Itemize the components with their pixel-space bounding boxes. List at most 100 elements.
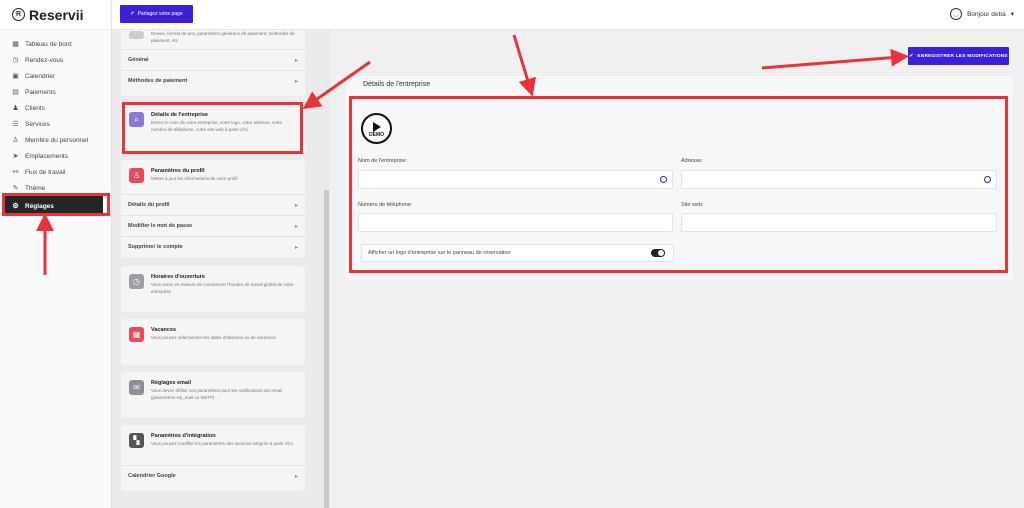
google-calendar-label: Calendrier Google xyxy=(128,473,176,479)
sidebar-item-emplacements[interactable]: ➤ Emplacements xyxy=(0,148,111,164)
clock-icon: ◷ xyxy=(129,274,144,289)
share-button-label: Partagez votre page xyxy=(137,11,183,17)
profile-details-label: Détails du profil xyxy=(128,202,170,208)
app-name: Reservii xyxy=(29,6,84,23)
chevron-down-icon: ▾ xyxy=(1010,11,1014,18)
sidebar-item-label: Tableau de bord xyxy=(25,40,72,48)
logo-toggle-switch[interactable] xyxy=(651,249,665,257)
chevron-right-icon: ▸ xyxy=(294,473,298,480)
staff-icon: ♙ xyxy=(12,136,19,144)
envelope-icon: ✉ xyxy=(129,380,144,395)
chevron-right-icon: ▸ xyxy=(294,244,298,251)
dashboard-icon: ▦ xyxy=(12,40,19,48)
sidebar-item-services[interactable]: ☰ Services xyxy=(0,116,111,132)
delete-account-row[interactable]: Supprimer le compte ▸ xyxy=(121,236,305,257)
company-name-label: Nom de l'entreprise: xyxy=(358,158,408,164)
hours-card-desc: Vous serez en mesure de coordonner l'hor… xyxy=(151,282,294,294)
opening-hours-card[interactable]: ◷ Horaires d'ouverture Vous serez en mes… xyxy=(121,266,305,312)
email-settings-card[interactable]: ✉ Réglages email Vous devez définir ces … xyxy=(121,372,305,418)
profile-settings-card: ♙ Paramètres du profil Mettre à jour les… xyxy=(121,160,305,258)
sidebar-item-rendez-vous[interactable]: ◷ Rendez-vous xyxy=(0,52,111,68)
delete-account-label: Supprimer le compte xyxy=(128,244,183,250)
user-icon: ♙ xyxy=(129,168,144,183)
calendar-icon: ▦ xyxy=(129,327,144,342)
sidebar-item-calendrier[interactable]: ▣ Calendrier xyxy=(0,68,111,84)
logo-mark: R xyxy=(12,8,25,21)
magnifier-icon: ⌕ xyxy=(129,112,144,127)
sidebar-item-label: Calendrier xyxy=(25,72,55,80)
company-card-title: Détails de l'entreprise xyxy=(151,112,208,118)
chevron-right-icon: ▸ xyxy=(294,78,298,85)
calendar-icon: ▣ xyxy=(12,72,19,80)
sidebar-item-tableau-de-bord[interactable]: ▦ Tableau de bord xyxy=(0,36,111,52)
save-changes-button[interactable]: ✔ ENREGISTRER LES MODIFICATIONS xyxy=(908,47,1009,65)
integration-settings-card: ▚ Paramètres d'intégration Vous pouvez m… xyxy=(121,425,305,491)
integration-card-title: Paramètres d'intégration xyxy=(151,433,216,439)
sidebar-item-label: Services xyxy=(25,120,50,128)
holidays-card[interactable]: ▦ Vacances Vous pouvez sélectionner les … xyxy=(121,319,305,365)
profile-details-row[interactable]: Détails du profil ▸ xyxy=(121,194,305,215)
sidebar-item-label: Rendez-vous xyxy=(25,56,64,64)
company-logo-upload[interactable]: DEMO xyxy=(361,113,392,144)
chevron-right-icon: ▸ xyxy=(294,57,298,64)
company-details-card[interactable]: ⌕ Détails de l'entreprise Entrez le nom … xyxy=(121,104,305,152)
sidebar-item-label: Membre du personnel xyxy=(25,136,89,144)
user-menu[interactable]: ◡ Bonjour deba ▾ xyxy=(950,8,1014,20)
sidebar-item-r-glages[interactable]: ⚙ Réglages xyxy=(4,196,103,216)
phone-label: Numéro de téléphone: xyxy=(358,202,413,208)
integration-icon: ▚ xyxy=(129,433,144,448)
holidays-card-title: Vacances xyxy=(151,327,177,333)
company-card-desc: Entrez le nom de votre entreprise, votre… xyxy=(151,120,283,132)
wallet-icon: ▤ xyxy=(12,88,19,96)
address-input[interactable] xyxy=(681,170,997,189)
topbar: ↱ Partagez votre page ◡ Bonjour deba ▾ xyxy=(112,0,1024,30)
demo-logo-label: DEMO xyxy=(369,131,384,138)
payment-settings-card: Devise, format de prix, paramètres génér… xyxy=(121,30,305,96)
sidebar-item-paiements[interactable]: ▤ Paiements xyxy=(0,84,111,100)
chevron-right-icon: ▸ xyxy=(294,202,298,209)
hours-card-title: Horaires d'ouverture xyxy=(151,274,205,280)
sidebar: R Reservii ▦ Tableau de bord ◷ Rendez-vous ▣… xyxy=(0,0,112,508)
payment-methods-row[interactable]: Méthodes de paiement ▸ xyxy=(121,70,305,91)
payment-card-desc: Devise, format de prix, paramètres génér… xyxy=(151,31,295,43)
app-logo[interactable]: R Reservii xyxy=(0,0,111,30)
location-icon: ➤ xyxy=(12,152,19,160)
general-label: Général xyxy=(128,57,149,63)
sidebar-item-clients[interactable]: ♟ Clients xyxy=(0,100,111,116)
company-name-input[interactable] xyxy=(358,170,673,189)
change-password-label: Modifier le mot de passe xyxy=(128,223,193,229)
globe-icon xyxy=(984,176,991,183)
share-page-button[interactable]: ↱ Partagez votre page xyxy=(120,5,193,23)
sidebar-item-label: Emplacements xyxy=(25,152,68,160)
form-title: Détails de l'entreprise xyxy=(363,81,431,88)
email-card-desc: Vous devez définir ces paramètres pour l… xyxy=(151,388,283,400)
chevron-right-icon: ▸ xyxy=(294,223,298,230)
sidebar-item-th-me[interactable]: ✎ Thème xyxy=(0,180,111,196)
general-row[interactable]: Général ▸ xyxy=(121,49,305,70)
payment-methods-label: Méthodes de paiement xyxy=(128,78,188,84)
website-input[interactable] xyxy=(681,213,997,232)
google-calendar-row[interactable]: Calendrier Google ▸ xyxy=(121,465,305,486)
settings-scrollbar[interactable] xyxy=(324,190,329,508)
user-avatar-icon: ◡ xyxy=(950,8,963,20)
profile-card-desc: Mettre à jour les informations de votre … xyxy=(151,176,238,181)
brush-icon: ✎ xyxy=(12,184,19,192)
sidebar-item-label: Réglages xyxy=(25,202,54,210)
play-icon xyxy=(372,121,381,132)
sidebar-item-flux-de-travail[interactable]: ⚯ Flux de travail xyxy=(0,164,111,180)
phone-input[interactable] xyxy=(358,213,673,232)
email-card-title: Réglages email xyxy=(151,380,192,386)
change-password-row[interactable]: Modifier le mot de passe ▸ xyxy=(121,215,305,236)
users-icon: ♟ xyxy=(12,104,19,112)
sidebar-nav: ▦ Tableau de bord ◷ Rendez-vous ▣ Calendrier ▤… xyxy=(0,36,111,216)
sidebar-item-label: Thème xyxy=(25,184,46,192)
list-icon: ☰ xyxy=(12,120,19,128)
sidebar-item-label: Paiements xyxy=(25,88,56,96)
payment-icon xyxy=(129,31,144,39)
logo-toggle-label: Afficher un logo d'entreprise sur le pan… xyxy=(368,250,511,256)
sidebar-item-label: Flux de travail xyxy=(25,168,66,176)
user-greeting: Bonjour deba xyxy=(967,10,1006,18)
check-icon: ✔ xyxy=(909,53,914,59)
sidebar-item-membre-du-personnel[interactable]: ♙ Membre du personnel xyxy=(0,132,111,148)
logo-toggle-row: Afficher un logo d'entreprise sur le pan… xyxy=(361,244,674,262)
